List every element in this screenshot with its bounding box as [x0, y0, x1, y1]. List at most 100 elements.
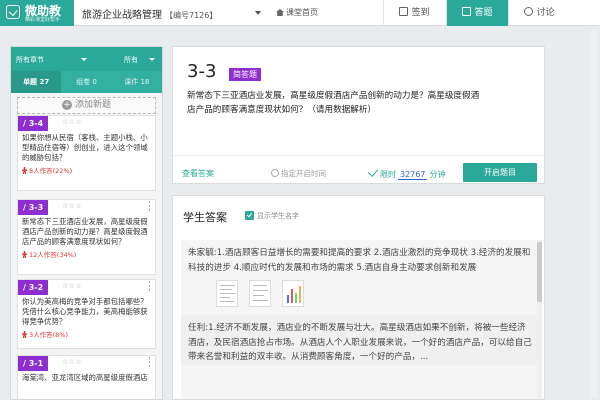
answer-stat-label: 12人作答(34%): [29, 251, 77, 259]
chapter-filter[interactable]: 所有章节: [16, 55, 44, 65]
time-limit-label: 限时: [380, 170, 396, 179]
question-preview: 你认为美高梅的竞争对手都包括哪些？凭借什么核心竞争能力，美高梅能够获得竞争优势？: [22, 297, 148, 326]
question-footer: 查看答案 指定开启时间 限时 32767 分钟 开启题目: [173, 155, 544, 183]
difficulty-stars: ☆☆☆: [62, 202, 83, 210]
top-bar: 微助教 精彩课堂好帮手 旅游企业战略管理 【编号7126】 课堂首页 签到 答题 …: [0, 0, 600, 26]
answer-list: 朱家毓:1.酒店顾客日益增长的需要和提高的要求 2.酒店业激烈的竞争现状 3.经…: [181, 240, 539, 399]
logo-check-icon: [6, 5, 20, 19]
student-answers-title: 学生答案: [183, 211, 227, 224]
answer-stat: 8人作答(22%): [18, 163, 155, 177]
answer-stat: 3人作答(8%): [18, 327, 155, 341]
question-tag-label: 3-3: [28, 203, 44, 212]
person-icon: [22, 331, 27, 338]
card-header: / 3-1 ☆☆☆ · · ·: [18, 356, 155, 372]
time-limit-minutes-input[interactable]: 32767: [398, 170, 428, 180]
course-home-link[interactable]: 课堂首页: [276, 7, 318, 18]
question-preview: 海棠湾、亚龙湾区域的高星级度假酒店: [22, 373, 148, 382]
type-filter-caret-icon[interactable]: [149, 58, 155, 61]
clock-icon: [271, 169, 279, 177]
home-icon: [276, 9, 284, 16]
student-answers-card: 学生答案 显示学生名字 朱家毓:1.酒店顾客日益增长的需要和提高的要求 2.酒店…: [172, 195, 545, 400]
question-tag-label: 3-1: [28, 359, 44, 368]
answers-scrollbar-thumb[interactable]: [537, 242, 542, 302]
tab-quiz-label: 答题: [474, 8, 493, 18]
question-card-3-3[interactable]: / 3-3 ☆☆☆ · · · 新常态下三亚酒店业发展，高星级度假酒店产品创新的动力…: [17, 199, 156, 275]
check-icon: [367, 166, 379, 177]
chapter-filter-caret-icon[interactable]: [81, 58, 87, 61]
more-options-icon[interactable]: · · ·: [148, 280, 151, 296]
question-tag-label: 3-4: [28, 119, 44, 128]
card-header: / 3-2 ☆☆☆ · · ·: [18, 280, 155, 296]
discussion-icon: [524, 7, 534, 16]
person-icon: [22, 167, 27, 174]
question-card-3-2[interactable]: / 3-2 ☆☆☆ · · · 你认为美高梅的竞争对手都包括哪些？凭借什么核心竞争能…: [17, 279, 156, 349]
question-tag-label: 3-2: [28, 283, 44, 292]
question-tag: / 3-4: [18, 116, 49, 131]
app-tagline: 精彩课堂好帮手: [25, 17, 61, 23]
answer-stat-label: 8人作答(22%): [29, 167, 73, 175]
add-question-button[interactable]: + 添加新题: [17, 97, 156, 114]
checkin-icon: [399, 7, 409, 16]
question-detail-card: 3-3 简答题 新常态下三亚酒店业发展，高星级度假酒店产品创新的动力是？高星级度…: [172, 46, 545, 184]
question-number: 3-3: [187, 61, 217, 82]
course-selector[interactable]: 旅游企业战略管理 【编号7126】: [82, 6, 217, 21]
question-text: 新常态下三亚酒店业发展，高星级度假酒店产品创新的动力是？高星级度假酒店产品的顾客…: [187, 91, 480, 115]
course-home-label: 课堂首页: [286, 8, 318, 17]
answer-attachments: [181, 275, 539, 309]
quiz-icon: [462, 7, 472, 16]
scheduled-open-label: 指定开启时间: [281, 169, 326, 178]
start-question-button[interactable]: 开启题目: [463, 163, 537, 182]
attachment-thumbnail[interactable]: [282, 280, 304, 307]
course-code: 【编号7126】: [165, 11, 218, 20]
answer-item: 朱家毓:1.酒店顾客日益增长的需要和提高的要求 2.酒店业激烈的竞争现状 3.经…: [181, 240, 539, 275]
card-header: / 3-4 ☆☆☆: [18, 116, 155, 131]
student-name: 任利:: [188, 323, 209, 333]
answer-stat-label: 3人作答(8%): [29, 331, 69, 339]
answer-item: 任利:1.经济不断发展，酒店业的不断发展与壮大。高星级酒店如果不创新，将被一些经…: [181, 315, 539, 365]
question-tag: / 3-1: [18, 356, 49, 371]
answer-stat: 12人作答(34%): [18, 247, 155, 261]
add-question-label: 添加新题: [74, 100, 111, 110]
scheduled-open-time[interactable]: 指定开启时间: [271, 168, 326, 179]
show-student-names-label: 显示学生名字: [257, 212, 299, 220]
question-preview: 新常态下三亚酒店业发展，高星级度假酒店产品创新的动力是？高星级度假酒店产品的顾客…: [22, 217, 148, 246]
course-dropdown-caret-icon[interactable]: [255, 11, 261, 15]
view-answer-link[interactable]: 查看答案: [182, 168, 214, 179]
attachment-thumbnail[interactable]: [216, 280, 238, 307]
question-preview: 如果你想从民宿（客栈、主题小栈、小型精品住宿等）创创业，进入这个领域的威胁包括？: [22, 133, 148, 162]
answer-text: 1.经济不断发展，酒店业的不断发展与壮大。高星级酒店如果不创新，将被一些经济酒店…: [188, 323, 532, 362]
tab-discussion[interactable]: 讨论: [508, 0, 570, 26]
more-options-icon[interactable]: · · ·: [148, 200, 151, 216]
card-header: / 3-3 ☆☆☆ · · ·: [18, 200, 155, 216]
tab-courseware[interactable]: 课件 18: [112, 71, 162, 93]
person-icon: [22, 251, 27, 258]
show-student-names-toggle[interactable]: 显示学生名字: [245, 211, 299, 221]
question-tag: / 3-3: [18, 200, 49, 215]
question-card-3-1[interactable]: / 3-1 ☆☆☆ · · · 海棠湾、亚龙湾区域的高星级度假酒店: [17, 355, 156, 399]
time-limit-control[interactable]: 限时 32767 分钟: [367, 166, 446, 180]
time-limit-unit: 分钟: [429, 170, 446, 179]
tab-checkin-label: 签到: [411, 8, 430, 18]
difficulty-stars: ☆☆☆: [62, 282, 83, 290]
tab-discussion-label: 讨论: [536, 8, 555, 18]
question-tag: / 3-2: [18, 280, 49, 295]
student-name: 朱家毓:: [188, 248, 217, 258]
answer-text: 1.酒店顾客日益增长的需要和提高的要求 2.酒店业激烈的竞争现状 3.经济的发展…: [188, 248, 531, 273]
tab-single-questions[interactable]: 单题 27: [11, 71, 62, 93]
filter-row: 所有章节 所有: [11, 47, 162, 71]
app-logo[interactable]: 微助教 精彩课堂好帮手: [0, 0, 74, 26]
question-list-panel: 所有章节 所有 单题 27 组卷 0 课件 18 + 添加新题 / 3-4 ☆☆☆…: [10, 46, 163, 400]
type-filter[interactable]: 所有: [124, 55, 138, 65]
tab-checkin[interactable]: 签到: [383, 0, 445, 26]
question-count-tabs: 单题 27 组卷 0 课件 18: [11, 71, 162, 93]
more-options-icon[interactable]: · · ·: [148, 356, 151, 372]
question-type-badge: 简答题: [229, 68, 261, 81]
tab-quiz[interactable]: 答题: [446, 0, 508, 26]
page-scrollbar[interactable]: [590, 30, 597, 398]
attachment-thumbnail[interactable]: [249, 280, 271, 307]
plus-icon: +: [61, 100, 72, 110]
question-card-3-4[interactable]: / 3-4 ☆☆☆ 如果你想从民宿（客栈、主题小栈、小型精品住宿等）创创业，进入…: [17, 115, 156, 191]
checkbox-checked-icon[interactable]: [245, 211, 254, 220]
tab-papers[interactable]: 组卷 0: [61, 71, 111, 93]
difficulty-stars: ☆☆☆: [62, 358, 83, 366]
